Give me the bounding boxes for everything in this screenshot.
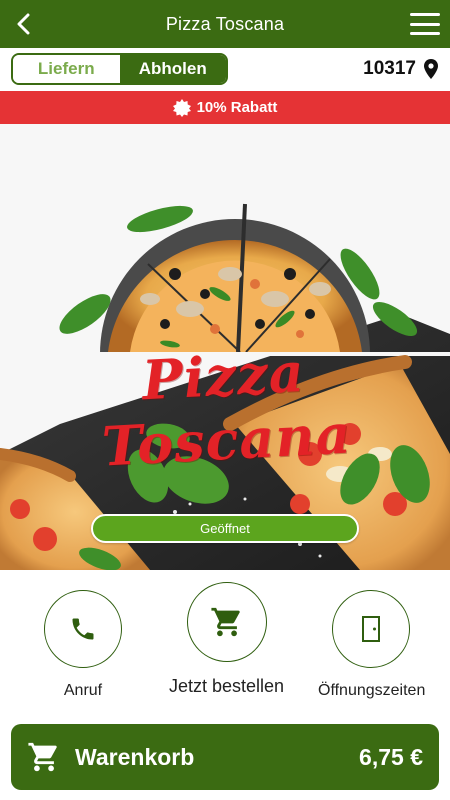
phone-icon bbox=[72, 618, 94, 640]
delivery-option[interactable]: Liefern bbox=[13, 55, 120, 83]
opening-hours-button[interactable]: Öffnungszeiten bbox=[316, 590, 425, 700]
cart-button[interactable]: Warenkorb 6,75 € bbox=[11, 724, 439, 790]
restaurant-logo-text: Pizza Toscana bbox=[100, 339, 353, 479]
opening-hours-label: Öffnungszeiten bbox=[318, 682, 426, 699]
restaurant-hero-image: Pizza Toscana Geöffnet bbox=[0, 124, 450, 570]
order-mode-toggle: Liefern Abholen bbox=[11, 53, 228, 85]
map-pin-icon bbox=[424, 59, 438, 79]
shopping-cart-icon bbox=[210, 607, 240, 637]
quick-actions: Anruf Jetzt bestellen Öffnungszeiten bbox=[0, 570, 450, 720]
chevron-left-icon bbox=[17, 13, 30, 35]
badge-icon bbox=[172, 98, 191, 117]
app-screen: Pizza Toscana Liefern Abholen 10317 10% … bbox=[0, 0, 450, 800]
open-status-badge: Geöffnet bbox=[91, 514, 359, 543]
pickup-option[interactable]: Abholen bbox=[119, 55, 226, 83]
door-icon bbox=[361, 616, 380, 642]
call-button[interactable]: Anruf bbox=[44, 590, 122, 700]
cart-label: Warenkorb bbox=[75, 743, 195, 770]
order-now-circle bbox=[186, 582, 267, 662]
app-header: Pizza Toscana bbox=[0, 0, 450, 48]
call-button-circle bbox=[44, 590, 122, 668]
call-label: Anruf bbox=[63, 682, 103, 699]
opening-hours-circle bbox=[331, 590, 410, 668]
discount-text: 10% Rabatt bbox=[196, 99, 278, 116]
cart-total: 6,75 € bbox=[359, 743, 423, 770]
order-now-button[interactable]: Jetzt bestellen bbox=[169, 582, 284, 697]
location-selector[interactable]: 10317 bbox=[363, 58, 438, 80]
discount-banner: 10% Rabatt bbox=[0, 91, 450, 124]
postal-code: 10317 bbox=[363, 58, 416, 79]
order-mode-bar: Liefern Abholen 10317 bbox=[0, 48, 450, 90]
hamburger-menu-icon[interactable] bbox=[410, 11, 440, 37]
back-button[interactable] bbox=[10, 10, 38, 38]
shopping-cart-icon bbox=[28, 742, 57, 772]
page-title: Pizza Toscana bbox=[165, 13, 285, 34]
order-now-label: Jetzt bestellen bbox=[169, 676, 285, 696]
